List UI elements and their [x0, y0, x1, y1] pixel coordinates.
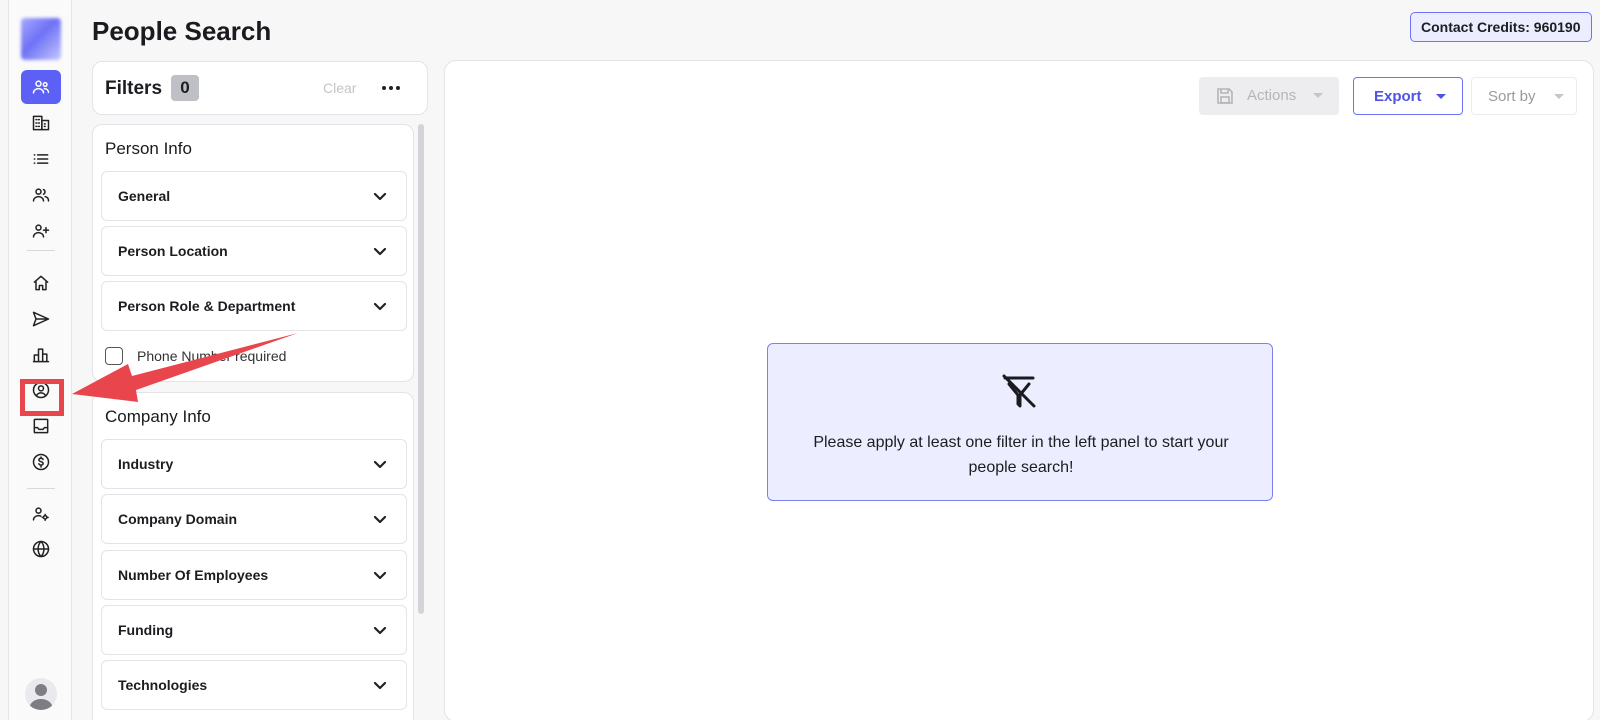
- accordion-label: Funding: [118, 622, 174, 638]
- caret-down-icon: [1554, 94, 1564, 99]
- more-options-button[interactable]: [377, 74, 405, 102]
- caret-down-icon: [1436, 94, 1446, 99]
- left-nav-rail: [8, 0, 72, 720]
- empty-state-text: Please apply at least one filter in the …: [813, 434, 1229, 476]
- actions-label: Actions: [1247, 87, 1297, 104]
- nav-language[interactable]: [21, 532, 61, 566]
- company-info-panel: Company Info Industry Company Domain Num…: [92, 392, 414, 720]
- send-icon: [32, 311, 50, 327]
- list-icon: [33, 154, 49, 164]
- nav-people-search[interactable]: [21, 70, 61, 104]
- nav-lists[interactable]: [21, 142, 61, 176]
- nav-contacts[interactable]: [21, 178, 61, 212]
- sort-by-label: Sort by: [1488, 88, 1536, 105]
- sort-by-dropdown[interactable]: Sort by: [1471, 77, 1577, 115]
- contact-credits-badge: Contact Credits: 960190: [1410, 12, 1592, 42]
- more-dots-icon: [396, 86, 400, 90]
- accordion-company-domain[interactable]: Company Domain: [101, 494, 407, 544]
- filters-title: Filters: [105, 78, 163, 99]
- chevron-down-icon: [372, 456, 388, 472]
- phone-required-checkbox[interactable]: [105, 347, 123, 365]
- chevron-down-icon: [372, 677, 388, 693]
- more-dots-icon: [389, 86, 393, 90]
- nav-add-contact[interactable]: [21, 214, 61, 248]
- phone-required-label: Phone Number required: [137, 348, 287, 364]
- filters-scroll-area[interactable]: Person Info General Person Location Pers…: [92, 124, 428, 720]
- bar-chart-icon: [32, 348, 50, 363]
- clear-filters-button[interactable]: Clear: [323, 80, 356, 96]
- filter-off-icon: [998, 370, 1040, 412]
- rail-divider: [27, 488, 55, 489]
- accordion-label: Person Role & Department: [118, 298, 296, 314]
- accordion-label: Company Domain: [118, 511, 238, 527]
- phone-required-row[interactable]: Phone Number required: [105, 347, 286, 365]
- accordion-person-location[interactable]: Person Location: [101, 226, 407, 276]
- accordion-label: Technologies: [118, 677, 208, 693]
- filters-scrollbar[interactable]: [418, 124, 424, 614]
- chevron-down-icon: [372, 298, 388, 314]
- results-panel: Actions Export Sort by Please apply at l…: [444, 60, 1594, 720]
- accordion-label: Number Of Employees: [118, 567, 269, 583]
- accordion-general[interactable]: General: [101, 171, 407, 221]
- accordion-label: Person Location: [118, 243, 228, 259]
- export-label: Export: [1374, 88, 1422, 105]
- nav-companies[interactable]: [21, 106, 61, 140]
- chevron-down-icon: [372, 188, 388, 204]
- chevron-down-icon: [372, 511, 388, 527]
- more-dots-icon: [382, 86, 386, 90]
- chevron-down-icon: [372, 567, 388, 583]
- user-settings-icon: [32, 507, 49, 521]
- nav-user-settings[interactable]: [21, 497, 61, 531]
- empty-state-message: Please apply at least one filter in the …: [767, 343, 1273, 501]
- accordion-label: General: [118, 188, 171, 204]
- actions-dropdown-button[interactable]: Actions: [1199, 77, 1339, 115]
- accordion-number-of-employees[interactable]: Number Of Employees: [101, 550, 407, 600]
- chevron-down-icon: [372, 622, 388, 638]
- group-icon: [32, 188, 50, 202]
- accordion-technologies[interactable]: Technologies: [101, 660, 407, 710]
- filters-count-badge: 0: [171, 75, 199, 101]
- nav-inbox[interactable]: [21, 409, 61, 443]
- accordion-person-role-department[interactable]: Person Role & Department: [101, 281, 407, 331]
- accordion-label: Industry: [118, 456, 174, 472]
- nav-billing[interactable]: [21, 445, 61, 479]
- save-icon: [1215, 86, 1235, 106]
- dollar-circle-icon: [32, 453, 50, 471]
- company-info-title: Company Info: [105, 407, 211, 426]
- avatar-icon: [29, 684, 53, 710]
- nav-home[interactable]: [21, 266, 61, 300]
- filters-header: Filters 0 Clear: [92, 61, 428, 115]
- home-icon: [33, 275, 49, 291]
- export-dropdown-button[interactable]: Export: [1353, 77, 1463, 115]
- user-avatar[interactable]: [25, 678, 57, 710]
- rail-divider: [27, 250, 55, 251]
- accordion-funding[interactable]: Funding: [101, 605, 407, 655]
- nav-sequences[interactable]: [21, 302, 61, 336]
- inbox-icon: [33, 418, 49, 434]
- people-icon: [32, 80, 50, 94]
- app-root: People Search Contact Credits: 960190 Fi…: [0, 0, 1600, 720]
- add-person-icon: [32, 224, 50, 238]
- globe-icon: [32, 540, 50, 558]
- person-info-panel: Person Info General Person Location Pers…: [92, 124, 414, 382]
- caret-down-icon: [1313, 93, 1323, 98]
- app-logo[interactable]: [21, 18, 61, 60]
- page-title: People Search: [92, 16, 272, 46]
- building-icon: [32, 115, 50, 131]
- accordion-industry[interactable]: Industry: [101, 439, 407, 489]
- person-info-title: Person Info: [105, 139, 192, 158]
- nav-analytics[interactable]: [21, 338, 61, 372]
- chevron-down-icon: [372, 243, 388, 259]
